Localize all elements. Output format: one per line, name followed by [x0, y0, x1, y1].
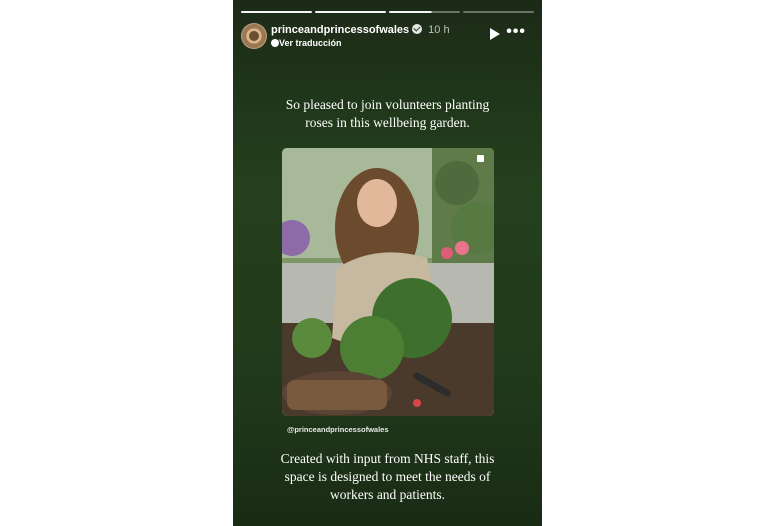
story-header: princeandprincessofwales 10 h Ver traducc… [241, 22, 534, 50]
garden-photo [282, 148, 494, 416]
progress-segment [389, 11, 460, 13]
story-progress [241, 11, 534, 13]
story-viewer[interactable]: princeandprincessofwales 10 h Ver traducc… [233, 0, 542, 526]
translate-link[interactable]: Ver traducción [279, 38, 342, 48]
caption-top: So pleased to join volunteers planting r… [285, 97, 490, 130]
post-time: 10 h [428, 24, 450, 36]
globe-icon [271, 39, 279, 47]
username[interactable]: princeandprincessofwales [271, 24, 409, 36]
progress-segment [463, 11, 534, 13]
verified-badge-icon [412, 24, 423, 34]
avatar[interactable] [241, 23, 267, 49]
progress-segment [241, 11, 312, 13]
caption-bottom: Created with input from NHS staff, this … [280, 451, 495, 502]
camera-icon [477, 155, 484, 162]
story-photo [282, 148, 494, 416]
photo-tag[interactable]: @princeandprincessofwales [287, 425, 389, 434]
progress-segment [315, 11, 386, 13]
more-icon[interactable]: ••• [506, 24, 526, 40]
play-icon[interactable] [490, 28, 500, 40]
